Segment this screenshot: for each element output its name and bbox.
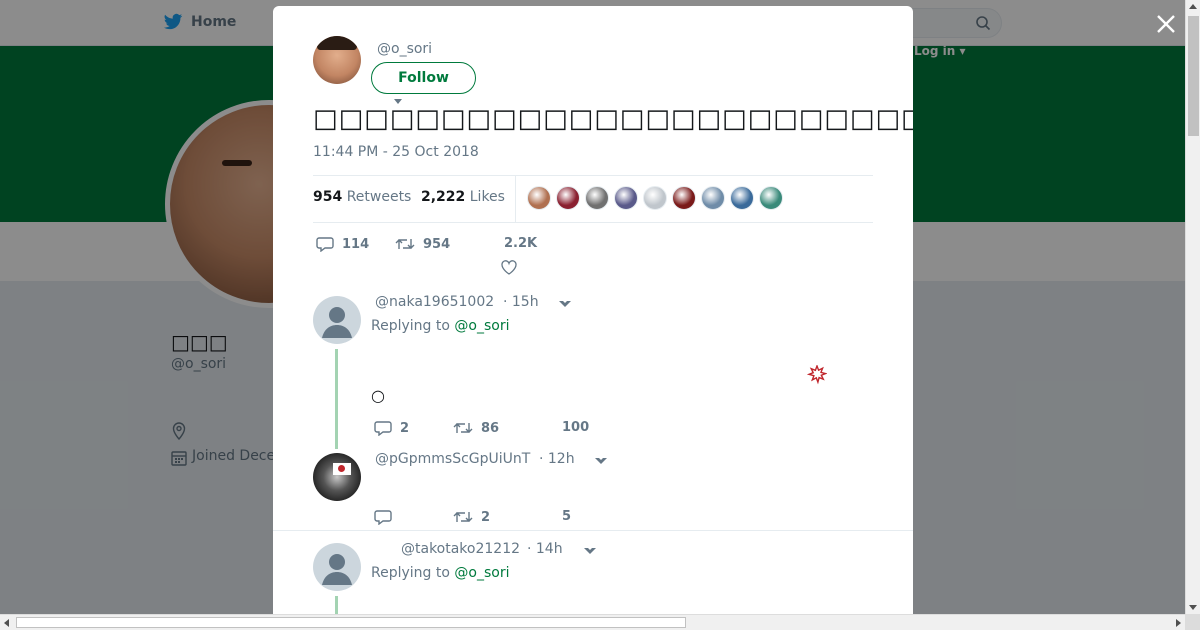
retweet-button[interactable]: 2 (453, 509, 490, 525)
divider (273, 530, 913, 531)
stats-divider (515, 176, 516, 222)
retweet-button[interactable]: 954 (395, 236, 450, 252)
thread-line (335, 596, 338, 614)
reply-icon (374, 421, 392, 436)
tweet-stats: 954 Retweets 2,222 Likes (313, 175, 873, 223)
vertical-scrollbar[interactable] (1185, 0, 1200, 614)
chevron-down-icon[interactable] (584, 546, 596, 554)
tweet-actions: 114 954 2.2K (313, 234, 873, 275)
likes-stat[interactable]: 2,222 Likes (421, 189, 505, 205)
scroll-right-arrow-icon[interactable] (1176, 619, 1181, 627)
reply-tweet[interactable]: @naka19651002 · 15h Replying to @o_sori … (313, 294, 873, 454)
scroll-down-arrow-icon[interactable] (1189, 605, 1197, 610)
liker-avatar[interactable] (701, 186, 725, 210)
scroll-up-arrow-icon[interactable] (1189, 4, 1197, 9)
scrollbar-corner (1185, 614, 1200, 630)
reply-count: 2 (400, 420, 410, 436)
liker-avatar[interactable] (614, 186, 638, 210)
liker-avatar[interactable] (527, 186, 551, 210)
reply-body: ○ (371, 386, 385, 405)
avatar-detail (317, 36, 357, 50)
tweet-modal: @o_sori Follow □□□□□□□□□□□□□□□□□□□□□□□□□… (273, 6, 913, 614)
retweet-count: 86 (481, 420, 500, 436)
reply-author-handle[interactable]: @pGpmmsScGpUiUnT (375, 451, 530, 467)
retweets-stat[interactable]: 954 Retweets (313, 189, 411, 205)
replying-to: Replying to @o_sori (371, 565, 509, 581)
reply-button[interactable] (374, 509, 400, 525)
horizontal-scrollbar[interactable] (0, 614, 1185, 630)
scroll-left-arrow-icon[interactable] (4, 619, 9, 627)
follow-button[interactable]: Follow (371, 62, 476, 94)
avatar-detail (338, 465, 345, 472)
anger-emoji-icon (807, 365, 827, 385)
like-button[interactable]: 5 (562, 509, 571, 524)
reply-button[interactable]: 114 (316, 236, 369, 252)
default-avatar[interactable] (313, 543, 361, 591)
retweet-count: 2 (481, 509, 491, 525)
author-avatar[interactable] (313, 36, 361, 84)
replying-to: Replying to @o_sori (371, 318, 509, 334)
default-avatar-icon (322, 554, 352, 585)
tweet-text: □□□□□□□□□□□□□□□□□□□□□□□□□□□□□□□□□□□□□□□□… (313, 104, 913, 134)
liker-avatar[interactable] (556, 186, 580, 210)
reply-tweet[interactable]: @pGpmmsScGpUiUnT · 12h 2 5 (313, 451, 873, 531)
reply-timestamp[interactable]: · 15h (503, 294, 539, 310)
default-avatar[interactable] (313, 296, 361, 344)
retweet-count: 954 (423, 236, 451, 252)
likes-count: 2,222 (421, 189, 466, 205)
avatar-detail (333, 463, 351, 475)
author-handle[interactable]: @o_sori (377, 41, 432, 57)
like-count: 2.2K (504, 236, 538, 251)
liker-avatar[interactable] (585, 186, 609, 210)
reply-timestamp[interactable]: · 14h (527, 541, 563, 557)
thread-line (335, 349, 338, 449)
like-count: 100 (562, 420, 590, 435)
like-count: 5 (562, 509, 572, 524)
retweet-icon (395, 239, 415, 249)
replying-to-link[interactable]: @o_sori (454, 565, 509, 581)
reply-author-handle[interactable]: @takotako21212 (401, 541, 520, 557)
liker-avatar[interactable] (643, 186, 667, 210)
scrollbar-thumb[interactable] (1188, 16, 1199, 136)
reply-button[interactable]: 2 (374, 420, 409, 436)
chevron-down-icon[interactable] (595, 456, 607, 464)
tweet-timestamp[interactable]: 11:44 PM - 25 Oct 2018 (313, 144, 479, 160)
replying-prefix: Replying to (371, 318, 450, 334)
retweet-icon (453, 423, 473, 433)
replying-prefix: Replying to (371, 565, 450, 581)
liker-avatars (527, 186, 783, 210)
chevron-down-icon[interactable] (559, 299, 571, 307)
reply-count: 114 (342, 236, 370, 252)
liker-avatar[interactable] (759, 186, 783, 210)
reply-tweet[interactable]: @takotako21212 · 14h Replying to @o_sori (313, 541, 873, 614)
like-button[interactable]: 100 (562, 420, 589, 435)
retweet-button[interactable]: 86 (453, 420, 499, 436)
liker-avatar[interactable] (672, 186, 696, 210)
scrollbar-thumb[interactable] (16, 617, 686, 628)
user-avatar[interactable] (313, 453, 361, 501)
reply-icon (374, 510, 392, 525)
retweets-count: 954 (313, 189, 343, 205)
default-avatar-icon (322, 307, 352, 338)
close-icon[interactable] (1154, 12, 1178, 36)
like-count-label: 2.2K (504, 236, 537, 251)
likes-label: Likes (469, 189, 505, 205)
reply-author-handle[interactable]: @naka19651002 (375, 294, 494, 310)
reply-timestamp[interactable]: · 12h (539, 451, 575, 467)
replying-to-link[interactable]: @o_sori (454, 318, 509, 334)
liker-avatar[interactable] (730, 186, 754, 210)
retweet-icon (453, 512, 473, 522)
reply-icon (316, 237, 334, 252)
heart-icon[interactable] (501, 260, 517, 275)
retweets-label: Retweets (346, 189, 412, 205)
